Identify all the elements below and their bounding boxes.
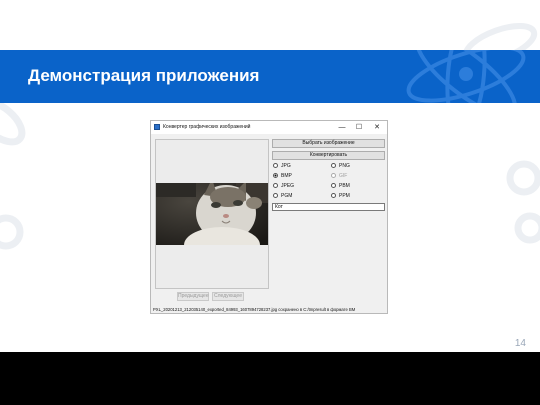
format-label-bmp: BMP: [281, 173, 292, 179]
radio-png[interactable]: [331, 163, 336, 169]
radio-bmp[interactable]: [273, 173, 278, 179]
name-input[interactable]: Кот: [272, 203, 385, 211]
decorative-ring-right-icon: [506, 160, 540, 196]
window-title: Конвертер графических изображений: [163, 124, 251, 130]
radio-jpeg[interactable]: [273, 183, 278, 189]
radio-pbm[interactable]: [331, 183, 336, 189]
status-bar-text: PXL_20201213_212035140_exported_84993_16…: [153, 307, 356, 312]
page-number: 14: [514, 338, 526, 349]
radio-pgm[interactable]: [273, 193, 278, 199]
format-label-pgm: PGM: [281, 193, 293, 199]
bottom-letterbox: [0, 352, 540, 405]
previous-button[interactable]: Предыдущее: [177, 292, 209, 301]
next-button[interactable]: Следующее: [212, 292, 244, 301]
format-option-ppm[interactable]: PPM: [331, 192, 350, 200]
format-label-png: PNG: [339, 163, 350, 169]
decorative-ring-left-icon: [0, 214, 24, 250]
minimize-icon[interactable]: —: [337, 123, 347, 132]
app-icon: [154, 124, 160, 130]
radio-jpg[interactable]: [273, 163, 278, 169]
format-option-pgm[interactable]: PGM: [273, 192, 292, 200]
window-titlebar[interactable]: Конвертер графических изображений — ☐ ✕: [151, 121, 387, 134]
radio-ppm[interactable]: [331, 193, 336, 199]
format-label-jpeg: JPEG: [281, 183, 295, 189]
format-option-jpeg[interactable]: JPEG: [273, 182, 294, 190]
close-icon[interactable]: ✕: [372, 123, 382, 132]
convert-button[interactable]: Конвертировать: [272, 151, 385, 160]
image-preview-panel: [155, 139, 269, 289]
app-window: Конвертер графических изображений — ☐ ✕: [150, 120, 388, 314]
format-option-bmp[interactable]: BMP: [273, 172, 292, 180]
format-option-jpg[interactable]: JPG: [273, 162, 291, 170]
select-image-button[interactable]: Выбрать изображение: [272, 139, 385, 148]
cat-photo: [156, 183, 268, 245]
format-label-pbm: PBM: [339, 183, 350, 189]
format-option-png[interactable]: PNG: [331, 162, 350, 170]
slide-title: Демонстрация приложения: [28, 66, 260, 85]
title-banner: Демонстрация приложения: [0, 50, 540, 103]
atom-icon: [406, 50, 526, 103]
decorative-atom-top-icon: [462, 22, 538, 52]
format-label-jpg: JPG: [281, 163, 291, 169]
slide: Демонстрация приложения Конвертер графич…: [0, 0, 540, 352]
format-option-gif: GIF: [331, 172, 347, 180]
format-label-gif: GIF: [339, 173, 348, 179]
radio-gif: [331, 173, 336, 179]
decorative-ring-right-lower-icon: [514, 212, 540, 244]
format-label-ppm: PPM: [339, 193, 350, 199]
maximize-icon[interactable]: ☐: [354, 123, 364, 132]
format-option-pbm[interactable]: PBM: [331, 182, 350, 190]
